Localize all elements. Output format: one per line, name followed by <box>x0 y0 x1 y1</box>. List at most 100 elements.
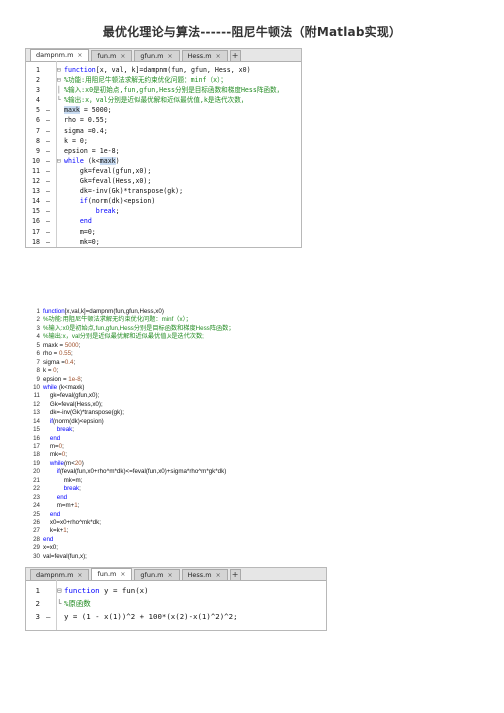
close-icon[interactable]: × <box>167 53 172 60</box>
code-line: 3 — y = (1 - x(1))^2 + 100*(x(2)-x(1)^2)^2… <box>26 610 326 623</box>
listing-text: if(feval(fun,x0+rho^m*dk)<=feval(fun,x0)… <box>56 468 227 476</box>
line-number: 17 <box>32 227 40 236</box>
code-text: sigma =0.4; <box>64 126 108 135</box>
listing-text: m=m+1; <box>43 502 80 510</box>
code-line: 8 — k = 0; <box>26 136 301 146</box>
breakpoint-marker[interactable]: — <box>46 166 50 176</box>
line-number: 27 <box>33 527 40 535</box>
fold-icon[interactable]: ⊟ <box>57 584 61 597</box>
tab-gfun-m[interactable]: gfun.m × <box>134 50 180 61</box>
code-text: %输入:x0是初始点,fun,gfun,Hess分别是目标函数和梯度Hess阵函… <box>64 86 284 95</box>
listing-line: 6 rho = 0.55; <box>28 350 488 358</box>
tab-fun-m[interactable]: fun.m × <box>91 568 133 580</box>
line-number: 15 <box>33 426 40 434</box>
listing-text: end <box>49 510 61 518</box>
line-number: 17 <box>33 443 40 450</box>
listing-text: function[x,val,k]=dampnm(fun,gfun,Hess,x… <box>43 308 164 315</box>
breakpoint-marker[interactable]: — <box>46 176 50 186</box>
code-area[interactable]: 1 ⊟ function[x, val, k]=dampnm(fun, gfun, … <box>26 62 301 247</box>
code-text: end <box>79 217 92 226</box>
fold-icon[interactable]: ⊟ <box>57 156 61 166</box>
breakpoint-marker[interactable]: — <box>46 105 50 115</box>
close-icon[interactable]: × <box>167 572 172 579</box>
tab-label: Hess.m <box>187 571 212 579</box>
close-icon[interactable]: × <box>77 572 82 579</box>
line-number: 2 <box>36 76 40 85</box>
line-number: 14 <box>32 197 40 206</box>
listing-line: 28 end <box>28 536 488 544</box>
tab-hess-m[interactable]: Hess.m × <box>181 50 228 61</box>
code-area[interactable]: 1 ⊟ function y = fun(x) 2 └ %原函数 3 — y = (1 - x(… <box>26 581 326 623</box>
breakpoint-marker[interactable]: — <box>46 196 50 206</box>
line-number: 1 <box>36 308 40 315</box>
close-icon[interactable]: × <box>120 571 125 578</box>
breakpoint-marker[interactable]: — <box>46 126 50 136</box>
tab-dampnm-m[interactable]: dampnm.m × <box>30 569 90 580</box>
listing-text: k=k+1; <box>43 527 69 535</box>
tab-gfun-m[interactable]: gfun.m × <box>134 569 180 580</box>
line-number: 19 <box>33 459 40 467</box>
breakpoint-marker[interactable]: — <box>46 227 50 237</box>
fold-icon[interactable]: ⊟ <box>57 65 61 75</box>
close-icon[interactable]: × <box>216 53 221 60</box>
listing-text: %输入:x0是初始点,fun,gfun,Hess分别是目标函数和梯度Hess阵函… <box>43 324 235 332</box>
listing-text: end <box>43 535 54 543</box>
fold-icon[interactable]: ⊟ <box>57 75 61 85</box>
line-number: 10 <box>33 383 40 391</box>
listing-text: maxk = 5000; <box>43 341 81 349</box>
code-text: break; <box>95 207 120 216</box>
listing-line: 17 m=0; <box>28 443 488 451</box>
tab-hess-m[interactable]: Hess.m × <box>181 569 228 580</box>
listing-text: end <box>56 493 68 501</box>
line-number: 11 <box>32 166 40 175</box>
listing-line: 14 if(norm(dk)<epsion) <box>28 418 488 426</box>
tab-fun-m[interactable]: fun.m × <box>91 50 133 61</box>
listing-text: mk=m; <box>43 476 83 484</box>
line-number: 9 <box>36 375 40 383</box>
tab-dampnm-m[interactable]: dampnm.m × <box>30 49 90 61</box>
breakpoint-marker[interactable]: — <box>46 156 50 166</box>
breakpoint-marker[interactable]: — <box>46 186 50 196</box>
line-number: 8 <box>36 367 40 375</box>
code-line: 6 — rho = 0.55; <box>26 115 301 125</box>
fold-icon: └ <box>57 96 61 105</box>
code-text: rho = 0.55; <box>64 116 108 125</box>
listing-line: 25 end <box>28 511 488 519</box>
add-tab-button[interactable]: + <box>229 50 241 61</box>
listing-line: 21 mk=m; <box>28 477 488 485</box>
code-text: k = 0; <box>64 136 88 145</box>
listing-line: 15 break; <box>28 426 488 434</box>
breakpoint-marker[interactable]: — <box>46 610 50 623</box>
code-line: 10 — ⊟ while (k<maxk) <box>26 156 301 166</box>
close-icon[interactable]: × <box>77 52 82 59</box>
code-text: epsion = 1e-8; <box>64 146 120 155</box>
breakpoint-marker[interactable]: — <box>46 216 50 226</box>
breakpoint-marker[interactable]: — <box>46 237 50 247</box>
listing-line: 5 maxk = 5000; <box>28 342 488 350</box>
line-number: 9 <box>36 146 40 155</box>
line-number: 10 <box>32 156 40 165</box>
line-number: 23 <box>33 493 40 501</box>
listing-text: gk=feval(gfun,x0); <box>43 392 100 400</box>
listing-line: 29 x=x0; <box>28 544 488 552</box>
code-line: 12 — Gk=feval(Hess,x0); <box>26 176 301 186</box>
editor-tab-bar: dampnm.m × fun.m × gfun.m × Hess.m × + <box>26 568 326 581</box>
breakpoint-marker[interactable]: — <box>46 146 50 156</box>
line-number: 1 <box>36 66 40 74</box>
listing-text: break; <box>56 426 74 434</box>
line-number: 5 <box>36 341 40 349</box>
tab-label: Hess.m <box>187 52 212 60</box>
listing-line: 16 end <box>28 435 488 443</box>
line-number: 6 <box>36 116 40 125</box>
close-icon[interactable]: × <box>120 53 125 60</box>
code-text: function[x, val, k]=dampnm(fun, gfun, He… <box>64 66 251 74</box>
listing-line: 30 val=feval(fun,x); <box>28 553 488 561</box>
tab-label: fun.m <box>97 570 117 578</box>
breakpoint-marker[interactable]: — <box>46 206 50 216</box>
code-line: 3 │ %输入:x0是初始点,fun,gfun,Hess分别是目标函数和梯度Hess… <box>26 85 301 95</box>
add-tab-button[interactable]: + <box>229 569 241 580</box>
breakpoint-marker[interactable]: — <box>46 136 50 146</box>
line-number: 25 <box>33 510 40 518</box>
breakpoint-marker[interactable]: — <box>46 115 50 125</box>
close-icon[interactable]: × <box>216 572 221 579</box>
